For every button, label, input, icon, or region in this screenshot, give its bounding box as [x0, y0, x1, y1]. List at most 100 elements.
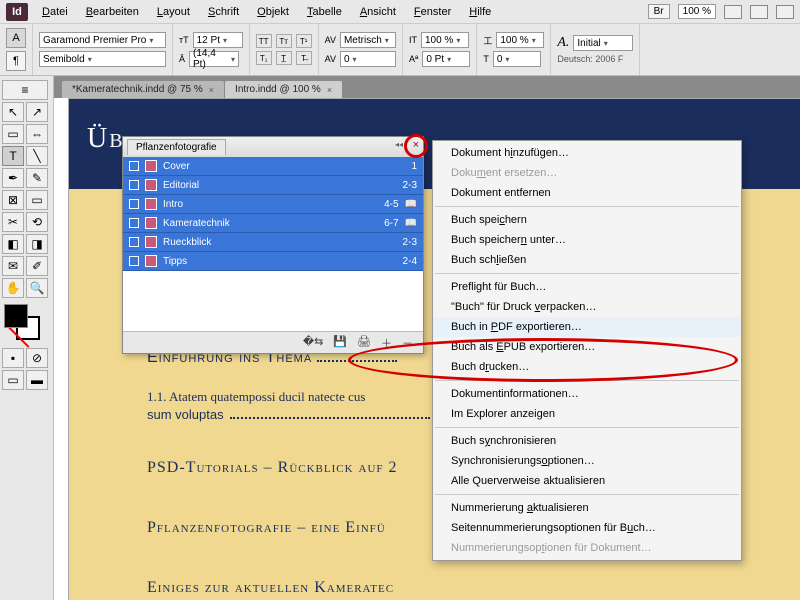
book-row[interactable]: Tipps2-4 [123, 252, 423, 271]
toolbox-grip[interactable]: ≡ [2, 80, 48, 100]
book-row[interactable]: Kameratechnik6-7📖 [123, 214, 423, 233]
hand-tool[interactable]: ✋ [2, 278, 24, 298]
scissors-tool[interactable]: ✂ [2, 212, 24, 232]
menu-ansicht[interactable]: Ansicht [352, 3, 404, 21]
book-document-list: Cover1 Editorial2-3 Intro4-5📖 Kameratech… [123, 157, 423, 271]
vscale-icon: IT [409, 35, 417, 45]
leading-field[interactable]: (14,4 Pt) [189, 51, 239, 67]
page-tool[interactable]: ▭ [2, 124, 24, 144]
save-icon[interactable]: 💾 [333, 335, 347, 350]
font-family-field[interactable]: Garamond Premier Pro [39, 32, 166, 48]
close-icon[interactable]: × [209, 85, 214, 95]
menu-close-book[interactable]: Buch schließen [433, 250, 741, 270]
apply-color-button[interactable]: ▪ [2, 348, 24, 368]
menu-bearbeiten[interactable]: Bearbeiten [78, 3, 147, 21]
close-icon[interactable]: × [413, 139, 419, 151]
language-field[interactable]: Deutsch: 2006 F [557, 54, 633, 64]
add-doc-icon[interactable]: ＋ [381, 335, 392, 350]
menu-export-epub[interactable]: Buch als EPUB exportieren… [433, 337, 741, 357]
sync-icon[interactable]: �⇆ [303, 335, 324, 350]
doctab-kameratechnik[interactable]: *Kameratechnik.indd @ 75 %× [62, 81, 224, 98]
tracking-field[interactable]: 0 [340, 51, 396, 67]
arrange-icon[interactable] [750, 5, 768, 19]
type-tool[interactable]: T [2, 146, 24, 166]
menu-add-document[interactable]: Dokument hinzufügen… [433, 143, 741, 163]
smallcaps-button[interactable]: Tᴛ [276, 34, 292, 48]
close-icon[interactable]: × [327, 85, 332, 95]
menu-schrift[interactable]: Schrift [200, 3, 247, 21]
direct-selection-tool[interactable]: ↗ [26, 102, 48, 122]
remove-doc-icon[interactable]: － [402, 335, 413, 350]
print-icon[interactable]: 🖨 [357, 335, 371, 350]
gradient-feather-tool[interactable]: ◨ [26, 234, 48, 254]
book-row[interactable]: Editorial2-3 [123, 176, 423, 195]
font-size-field[interactable]: 12 Pt [193, 32, 243, 48]
menu-print-book[interactable]: Buch drucken… [433, 357, 741, 377]
kerning-field[interactable]: Metrisch [340, 32, 396, 48]
book-panel-header[interactable]: Pflanzenfotografie ◂◂ × [123, 137, 423, 157]
underline-button[interactable]: T̲ [276, 51, 292, 65]
menu-update-numbering[interactable]: Nummerierung aktualisieren [433, 498, 741, 518]
normal-view-button[interactable]: ▭ [2, 370, 24, 390]
menu-remove-document[interactable]: Dokument entfernen [433, 183, 741, 203]
menu-update-xrefs[interactable]: Alle Querverweise aktualisieren [433, 471, 741, 491]
menu-objekt[interactable]: Objekt [249, 3, 297, 21]
allcaps-button[interactable]: TT [256, 34, 272, 48]
view-options-icon[interactable] [776, 5, 794, 19]
superscript-button[interactable]: T¹ [296, 34, 312, 48]
vscale-field[interactable]: 100 % [421, 32, 469, 48]
font-weight-field[interactable]: Semibold [39, 51, 166, 67]
skew-field[interactable]: 0 [493, 51, 541, 67]
menu-package[interactable]: "Buch" für Druck verpacken… [433, 297, 741, 317]
rect-tool[interactable]: ▭ [26, 190, 48, 210]
charstyle-field[interactable]: Initial [573, 35, 633, 51]
subscript-button[interactable]: T₁ [256, 51, 272, 65]
strike-button[interactable]: T̶ [296, 51, 312, 65]
tracking-icon: AV [325, 54, 336, 64]
menu-save-book-as[interactable]: Buch speichern unter… [433, 230, 741, 250]
character-mode-button[interactable]: A [6, 28, 26, 48]
menu-hilfe[interactable]: Hilfe [461, 3, 499, 21]
menu-fenster[interactable]: Fenster [406, 3, 459, 21]
menu-save-book[interactable]: Buch speichern [433, 210, 741, 230]
menu-page-number-options[interactable]: Seitennummerierungsoptionen für Buch… [433, 518, 741, 538]
pen-tool[interactable]: ✒ [2, 168, 24, 188]
hscale-field[interactable]: 100 % [496, 32, 544, 48]
rect-frame-tool[interactable]: ⊠ [2, 190, 24, 210]
menu-export-pdf[interactable]: Buch in PDF exportieren… [433, 317, 741, 337]
open-doc-icon: 📖 [405, 199, 417, 210]
doctab-intro[interactable]: Intro.indd @ 100 %× [225, 81, 342, 98]
selection-tool[interactable]: ↖ [2, 102, 24, 122]
zoom-level[interactable]: 100 % [678, 4, 716, 19]
pencil-tool[interactable]: ✎ [26, 168, 48, 188]
bridge-button[interactable]: Br [648, 4, 670, 19]
toolbox: ≡ ↖↗ ▭⇔ T╲ ✒✎ ⊠▭ ✂⟲ ◧◨ ✉✐ ✋🔍 ▪⊘ ▭▬ [0, 76, 54, 600]
book-row[interactable]: Intro4-5📖 [123, 195, 423, 214]
eyedropper-tool[interactable]: ✐ [26, 256, 48, 276]
menu-preflight[interactable]: Preflight für Buch… [433, 277, 741, 297]
menu-sync-options[interactable]: Synchronisierungsoptionen… [433, 451, 741, 471]
menu-tabelle[interactable]: Tabelle [299, 3, 350, 21]
fill-stroke-swatch[interactable] [2, 304, 48, 342]
note-tool[interactable]: ✉ [2, 256, 24, 276]
gradient-swatch-tool[interactable]: ◧ [2, 234, 24, 254]
baseline-field[interactable]: 0 Pt [422, 51, 470, 67]
gap-tool[interactable]: ⇔ [26, 124, 48, 144]
line-tool[interactable]: ╲ [26, 146, 48, 166]
apply-none-button[interactable]: ⊘ [26, 348, 48, 368]
paragraph-mode-button[interactable]: ¶ [6, 51, 26, 71]
preview-view-button[interactable]: ▬ [26, 370, 48, 390]
screen-mode-icon[interactable] [724, 5, 742, 19]
menu-layout[interactable]: Layout [149, 3, 198, 21]
book-panel-tab[interactable]: Pflanzenfotografie [127, 139, 226, 155]
book-row[interactable]: Cover1 [123, 157, 423, 176]
indesign-doc-icon [145, 160, 157, 172]
transform-tool[interactable]: ⟲ [26, 212, 48, 232]
menu-sync-book[interactable]: Buch synchronisieren [433, 431, 741, 451]
zoom-tool[interactable]: 🔍 [26, 278, 48, 298]
menu-doc-info[interactable]: Dokumentinformationen… [433, 384, 741, 404]
collapse-icon[interactable]: ◂◂ [395, 140, 403, 149]
book-row[interactable]: Rueckblick2-3 [123, 233, 423, 252]
menu-show-explorer[interactable]: Im Explorer anzeigen [433, 404, 741, 424]
menu-datei[interactable]: Datei [34, 3, 76, 21]
